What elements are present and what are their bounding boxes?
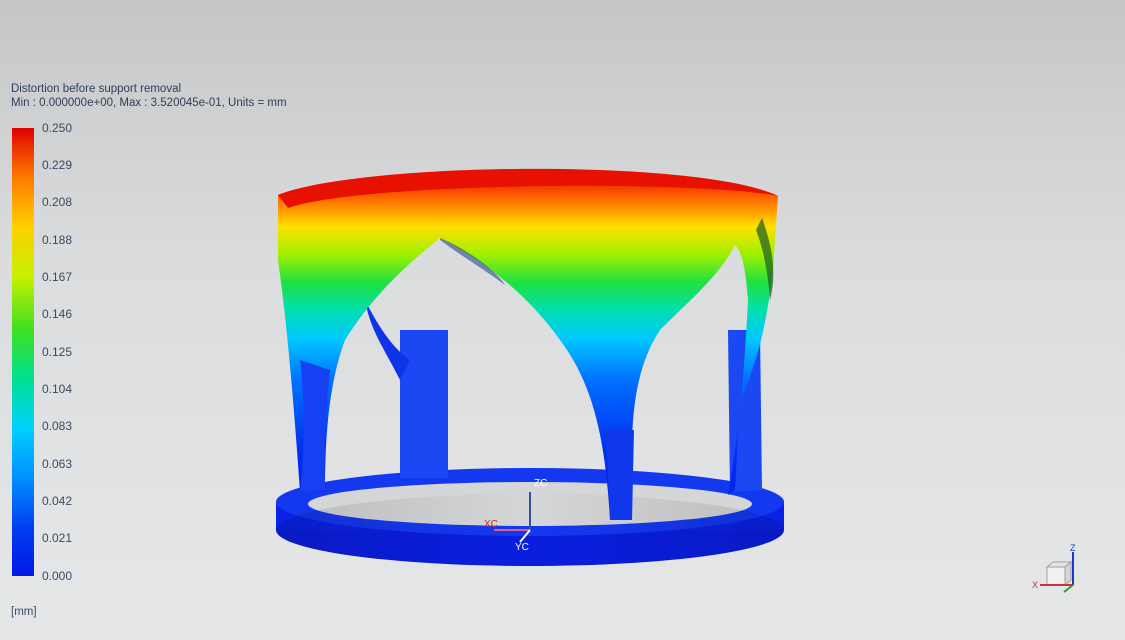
distortion-model-viewport[interactable]: ZC XC YC	[0, 0, 1125, 640]
origin-y-label: YC	[515, 542, 529, 553]
origin-z-label: ZC	[534, 478, 547, 489]
triad-z-label: Z	[1070, 543, 1076, 553]
triad-x-label: X	[1032, 580, 1038, 590]
vase-shell	[278, 170, 778, 520]
view-triad[interactable]: Z X	[1028, 540, 1088, 600]
triad-cube	[1046, 566, 1066, 586]
triad-y-axis	[1063, 584, 1074, 593]
origin-x-label: XC	[484, 519, 498, 530]
